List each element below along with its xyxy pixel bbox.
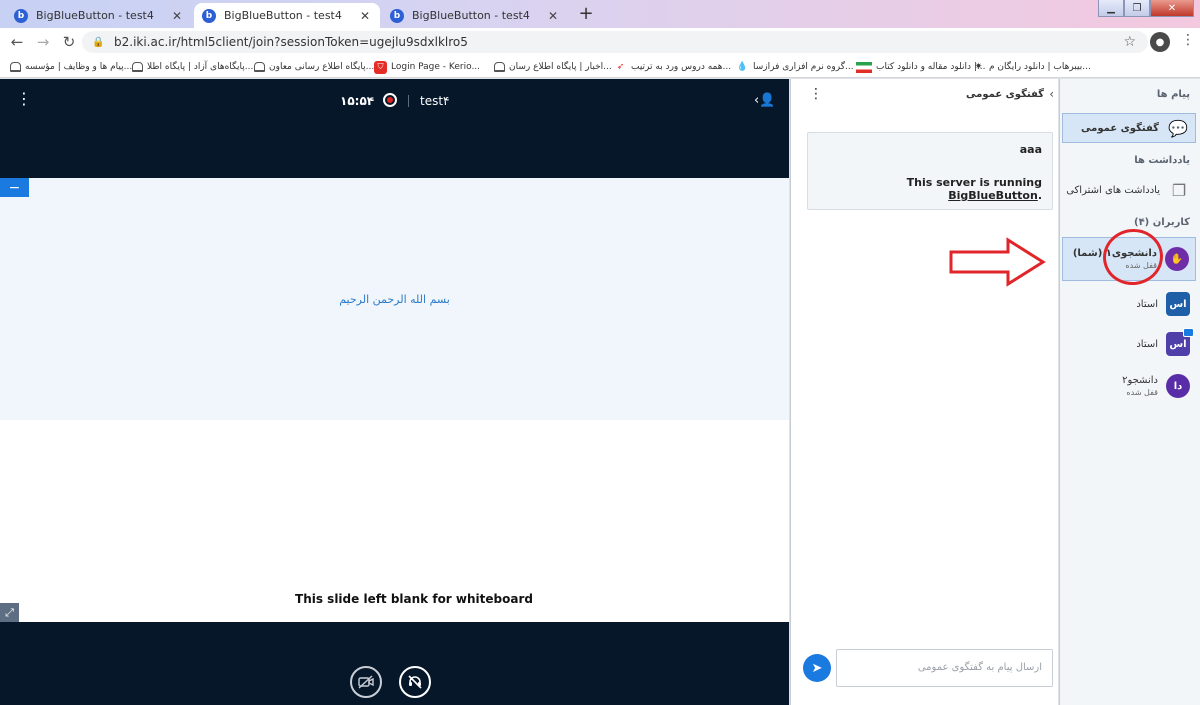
close-window-icon[interactable]: ✕ [1150,0,1194,17]
meeting-title: test۴ [420,94,450,108]
public-chat-link[interactable]: گفتگوی عمومی 💬 [1062,113,1196,143]
chat-message-input[interactable]: ارسال پیام به گفتگوی عمومی [836,649,1053,687]
welcome-line: aaa [1019,143,1042,156]
house-icon [254,62,265,72]
user-item[interactable]: استاد اس [1062,289,1196,319]
red-shield-icon: ⛉ [374,60,387,74]
browser-tab-2[interactable]: b BigBlueButton - test4 ✕ [194,3,380,28]
slide-caption: This slide left blank for whiteboard [295,592,533,606]
tab-title: BigBlueButton - test4 [36,9,154,22]
browser-tab-3[interactable]: b BigBlueButton - test4 ✕ [382,3,568,28]
user-avatar: اس [1166,292,1190,316]
lock-icon: 🔒 [92,36,105,48]
bookmark-item[interactable]: ➶ همه دروس ورد به ترتیب... [614,59,731,75]
bigbluebutton-favicon-icon: b [14,8,28,23]
options-menu-icon[interactable]: ⋮ [16,91,32,107]
tab-title: BigBlueButton - test4 [412,9,530,22]
server-info: This server is running BigBlueButton. [906,176,1042,202]
bigbluebutton-favicon-icon: b [202,8,216,23]
chat-bubble-icon: 💬 [1168,118,1188,138]
bookmark-item[interactable]: 💧 گروه نرم افزاری فرازسا... [736,59,854,75]
shared-notes-link[interactable]: یادداشت های اشتراکی ❐ [1062,175,1196,205]
copy-document-icon: ❐ [1171,180,1187,200]
red-bird-icon: ➶ [616,62,625,72]
public-chat-panel: ⋮ گفتگوی عمومی ‹ aaa This server is runn… [790,79,1058,705]
browser-tabstrip: b BigBlueButton - test4 ✕ b BigBlueButto… [0,0,1200,28]
browser-tab-1[interactable]: b BigBlueButton - test4 ✕ [6,3,192,28]
slide-text: بسم الله الرحمن الرحیم [339,293,450,306]
chat-title: گفتگوی عمومی [966,89,1044,100]
chat-header: ⋮ گفتگوی عمومی ‹ [791,79,1058,113]
close-tab-icon[interactable]: ✕ [358,9,372,23]
bookmark-item[interactable]: ⛉ Login Page - Kerio... [374,59,480,75]
notes-label: یادداشت ها [1134,155,1190,166]
minimize-presentation-icon[interactable]: − [0,178,29,197]
messages-label: پیام ها [1156,89,1190,100]
raised-hand-icon: ✋ [1165,247,1189,271]
share-webcam-off-icon[interactable] [350,666,382,698]
users-label: کاربران (۴) [1133,217,1190,228]
address-bar[interactable]: 🔒 b2.iki.ac.ir/html5client/join?sessionT… [82,31,1148,53]
bookmarks-bar: ✷ بیبرهاب | دانلود رایگان م... دانلود مقا… [0,56,1200,78]
user-list-panel: پیام ها گفتگوی عمومی 💬 یادداشت ها یادداش… [1059,79,1200,705]
presentation-slide[interactable]: بسم الله الرحمن الرحیم This slide left b… [0,178,789,622]
record-indicator-icon[interactable] [383,93,397,107]
chat-options-icon[interactable]: ⋮ [809,86,823,102]
welcome-message: aaa This server is running BigBlueButton… [807,132,1053,210]
presenter-icon [1183,328,1194,337]
reload-icon[interactable]: ↻ [56,33,82,51]
bookmark-item[interactable]: ✷ بیبرهاب | دانلود رایگان م... [972,59,1091,75]
user-avatar: اس [1166,328,1194,356]
bookmark-star-icon[interactable]: ☆ [1123,34,1136,50]
profile-avatar-icon[interactable]: ● [1150,32,1170,52]
bookmark-item[interactable]: اخبار | پایگاه اطلاع رسان... [494,59,612,75]
house-icon [10,62,21,72]
tab-title: BigBlueButton - test4 [224,9,342,22]
toggle-userlist-icon[interactable]: ‹👤 [754,93,775,108]
nav-bar: ⋮ ۱۵:۵۴ test۴ ‹👤 [0,79,789,123]
annotation-arrow-icon [949,237,1046,287]
forward-arrow-icon[interactable]: → [30,33,56,51]
window-controls: ▁ ❐ ✕ [1098,0,1194,17]
user-avatar: دا [1166,374,1190,398]
restore-window-icon[interactable]: ❐ [1124,0,1150,17]
bookmark-item[interactable]: دانلود مقاله و دانلود کتاب |... [856,59,985,75]
close-tab-icon[interactable]: ✕ [546,9,560,23]
drop-icon: 💧 [736,62,749,72]
send-message-icon[interactable]: ➤ [803,654,831,682]
browser-menu-icon[interactable]: ⋮ [1181,32,1195,48]
browser-toolbar: ← → ↻ 🔒 b2.iki.ac.ir/html5client/join?se… [0,28,1200,56]
url-text: b2.iki.ac.ir/html5client/join?sessionTok… [114,35,468,49]
bbb-app: ⋮ ۱۵:۵۴ test۴ ‹👤 بسم الله الرحمن الرحیم … [0,79,1200,705]
action-bar [0,622,789,705]
bookmark-item[interactable]: پایگاه‌های آزاد | پایگاه اطلا... [132,59,253,75]
bigbluebutton-link[interactable]: BigBlueButton [948,189,1038,202]
user-item[interactable]: استاد اس [1062,328,1196,359]
locked-status: قفل شده [1126,388,1158,397]
user-item[interactable]: دانشجو۲ قفل شده دا [1062,369,1196,403]
new-tab-button[interactable]: + [574,4,598,24]
fullscreen-icon[interactable]: ⤢ [0,603,19,622]
bigbluebutton-favicon-icon: b [390,8,404,23]
hide-chat-icon[interactable]: ‹ [1049,87,1054,101]
house-icon [132,62,143,72]
house-icon [494,62,505,72]
bookmark-item[interactable]: پیام ها و وظایف | مؤسسه... [10,59,132,75]
audio-off-icon[interactable] [399,666,431,698]
media-area: ⋮ ۱۵:۵۴ test۴ ‹👤 بسم الله الرحمن الرحیم … [0,79,789,705]
flag-icon [856,61,872,73]
bookmark-item[interactable]: پایگاه اطلاع رسانی معاون... [254,59,374,75]
close-tab-icon[interactable]: ✕ [170,9,184,23]
back-arrow-icon[interactable]: ← [4,33,30,51]
minimize-window-icon[interactable]: ▁ [1098,0,1124,17]
recording-timer: ۱۵:۵۴ [340,94,375,108]
